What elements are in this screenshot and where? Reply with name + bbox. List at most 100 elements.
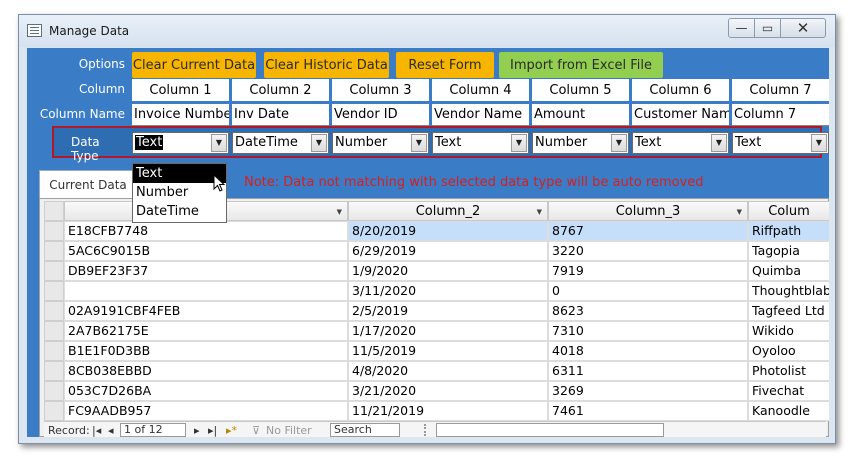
column-name-field-1[interactable]: Invoice Number	[132, 104, 229, 126]
row-selector[interactable]	[44, 261, 64, 281]
row-selector[interactable]	[44, 301, 64, 321]
dropdown-arrow-icon[interactable]: ▼	[311, 134, 327, 152]
dropdown-arrow-icon[interactable]: ▼	[511, 134, 527, 152]
current-record-field[interactable]: 1 of 12	[120, 423, 186, 437]
data-type-combo-4[interactable]: Text ▼	[432, 132, 529, 154]
splitter-grip[interactable]	[424, 424, 432, 436]
last-record-icon[interactable]: ▸|	[208, 424, 217, 437]
column-header-cell-4[interactable]: Colum	[748, 201, 829, 221]
table-cell[interactable]: 3/11/2020	[348, 281, 548, 301]
title-bar[interactable]: Manage Data — ▭ ✕	[19, 15, 835, 47]
form-icon	[27, 24, 42, 37]
no-filter-label[interactable]: No Filter	[266, 424, 312, 437]
table-cell[interactable]: 4/8/2020	[348, 361, 548, 381]
sort-dropdown-icon[interactable]: ▼	[337, 208, 342, 216]
close-button[interactable]: ✕	[780, 18, 826, 38]
first-record-icon[interactable]: |◂	[92, 424, 101, 437]
table-cell[interactable]: 7919	[548, 261, 748, 281]
table-cell[interactable]: 02A9191CBF4FEB	[64, 301, 348, 321]
table-cell[interactable]: Quimba	[748, 261, 829, 281]
row-selector[interactable]	[44, 221, 64, 241]
search-input[interactable]: Search	[330, 423, 400, 437]
table-cell[interactable]: 8/20/2019	[348, 221, 548, 241]
data-type-combo-7[interactable]: Text ▼	[732, 132, 829, 154]
table-cell[interactable]	[64, 281, 348, 301]
table-cell[interactable]: 8767	[548, 221, 748, 241]
previous-record-icon[interactable]: ◂	[108, 424, 114, 437]
table-cell[interactable]: Tagfeed Ltd	[748, 301, 829, 321]
table-cell[interactable]: B1E1F0D3BB	[64, 341, 348, 361]
column-name-field-3[interactable]: Vendor ID	[332, 104, 429, 126]
table-cell[interactable]: 7310	[548, 321, 748, 341]
table-cell[interactable]: Kanoodle	[748, 401, 829, 421]
table-cell[interactable]: 8623	[548, 301, 748, 321]
table-cell[interactable]: 8CB038EBBD	[64, 361, 348, 381]
table-cell[interactable]: Photolist	[748, 361, 829, 381]
table-cell[interactable]: 11/5/2019	[348, 341, 548, 361]
sort-dropdown-icon[interactable]: ▼	[537, 208, 542, 216]
new-record-icon[interactable]: ▸*	[226, 424, 237, 437]
data-type-combo-2[interactable]: DateTime ▼	[232, 132, 329, 154]
dropdown-arrow-icon[interactable]: ▼	[711, 134, 727, 152]
row-selector[interactable]	[44, 321, 64, 341]
maximize-button[interactable]: ▭	[754, 18, 781, 38]
sort-dropdown-icon[interactable]: ▼	[737, 208, 742, 216]
tab-current-data[interactable]: Current Data	[39, 170, 137, 198]
dropdown-arrow-icon[interactable]: ▼	[411, 134, 427, 152]
data-type-combo-6[interactable]: Text ▼	[632, 132, 729, 154]
table-cell[interactable]: 0	[548, 281, 748, 301]
reset-form-button[interactable]: Reset Form	[396, 52, 494, 78]
column-name-field-4[interactable]: Vendor Name	[432, 104, 529, 126]
table-cell[interactable]: 3/21/2020	[348, 381, 548, 401]
column-header-cell-3[interactable]: Column_3 ▼	[548, 201, 748, 221]
table-cell[interactable]: 3220	[548, 241, 748, 261]
table-cell[interactable]: Tagopia	[748, 241, 829, 261]
column-name-field-2[interactable]: Inv Date	[232, 104, 329, 126]
data-type-combo-1[interactable]: Text ▼	[132, 132, 229, 154]
datasheet-grid[interactable]: ▼ Column_2 ▼ Column_3 ▼ Colum E18CFB7748	[39, 198, 829, 437]
table-cell[interactable]: 1/17/2020	[348, 321, 548, 341]
row-selector[interactable]	[44, 281, 64, 301]
table-cell[interactable]: 6311	[548, 361, 748, 381]
table-cell[interactable]: 1/9/2020	[348, 261, 548, 281]
table-cell[interactable]: Fivechat	[748, 381, 829, 401]
table-cell[interactable]: Thoughtblab	[748, 281, 829, 301]
table-cell[interactable]: 11/21/2019	[348, 401, 548, 421]
select-all-corner[interactable]	[44, 201, 64, 221]
clear-historic-data-button[interactable]: Clear Historic Data	[264, 52, 389, 78]
table-cell[interactable]: 3269	[548, 381, 748, 401]
table-cell[interactable]: E18CFB7748	[64, 221, 348, 241]
column-name-field-7[interactable]: Column 7	[732, 104, 829, 126]
table-cell[interactable]: Oyoloo	[748, 341, 829, 361]
clear-current-data-button[interactable]: Clear Current Data	[132, 52, 256, 78]
row-selector[interactable]	[44, 341, 64, 361]
dropdown-arrow-icon[interactable]: ▼	[211, 134, 227, 152]
minimize-button[interactable]: —	[728, 18, 755, 38]
table-cell[interactable]: Wikido	[748, 321, 829, 341]
column-name-field-6[interactable]: Customer Name	[632, 104, 729, 126]
table-cell[interactable]: 053C7D26BA	[64, 381, 348, 401]
horizontal-scrollbar[interactable]	[436, 423, 664, 437]
dropdown-arrow-icon[interactable]: ▼	[611, 134, 627, 152]
import-excel-button[interactable]: Import from Excel File	[499, 52, 663, 78]
table-cell[interactable]: DB9EF23F37	[64, 261, 348, 281]
table-cell[interactable]: Riffpath	[748, 221, 829, 241]
next-record-icon[interactable]: ▸	[194, 424, 200, 437]
table-cell[interactable]: 6/29/2019	[348, 241, 548, 261]
table-cell[interactable]: 2/5/2019	[348, 301, 548, 321]
table-cell[interactable]: 7461	[548, 401, 748, 421]
row-selector[interactable]	[44, 401, 64, 421]
column-header-cell-2[interactable]: Column_2 ▼	[348, 201, 548, 221]
dropdown-option-datetime[interactable]: DateTime	[133, 202, 226, 221]
table-cell[interactable]: 2A7B62175E	[64, 321, 348, 341]
row-selector[interactable]	[44, 241, 64, 261]
row-selector[interactable]	[44, 361, 64, 381]
dropdown-arrow-icon[interactable]: ▼	[811, 134, 827, 152]
table-cell[interactable]: FC9AADB957	[64, 401, 348, 421]
data-type-combo-3[interactable]: Number ▼	[332, 132, 429, 154]
data-type-combo-5[interactable]: Number ▼	[532, 132, 629, 154]
table-cell[interactable]: 5AC6C9015B	[64, 241, 348, 261]
column-name-field-5[interactable]: Amount	[532, 104, 629, 126]
table-cell[interactable]: 4018	[548, 341, 748, 361]
row-selector[interactable]	[44, 381, 64, 401]
